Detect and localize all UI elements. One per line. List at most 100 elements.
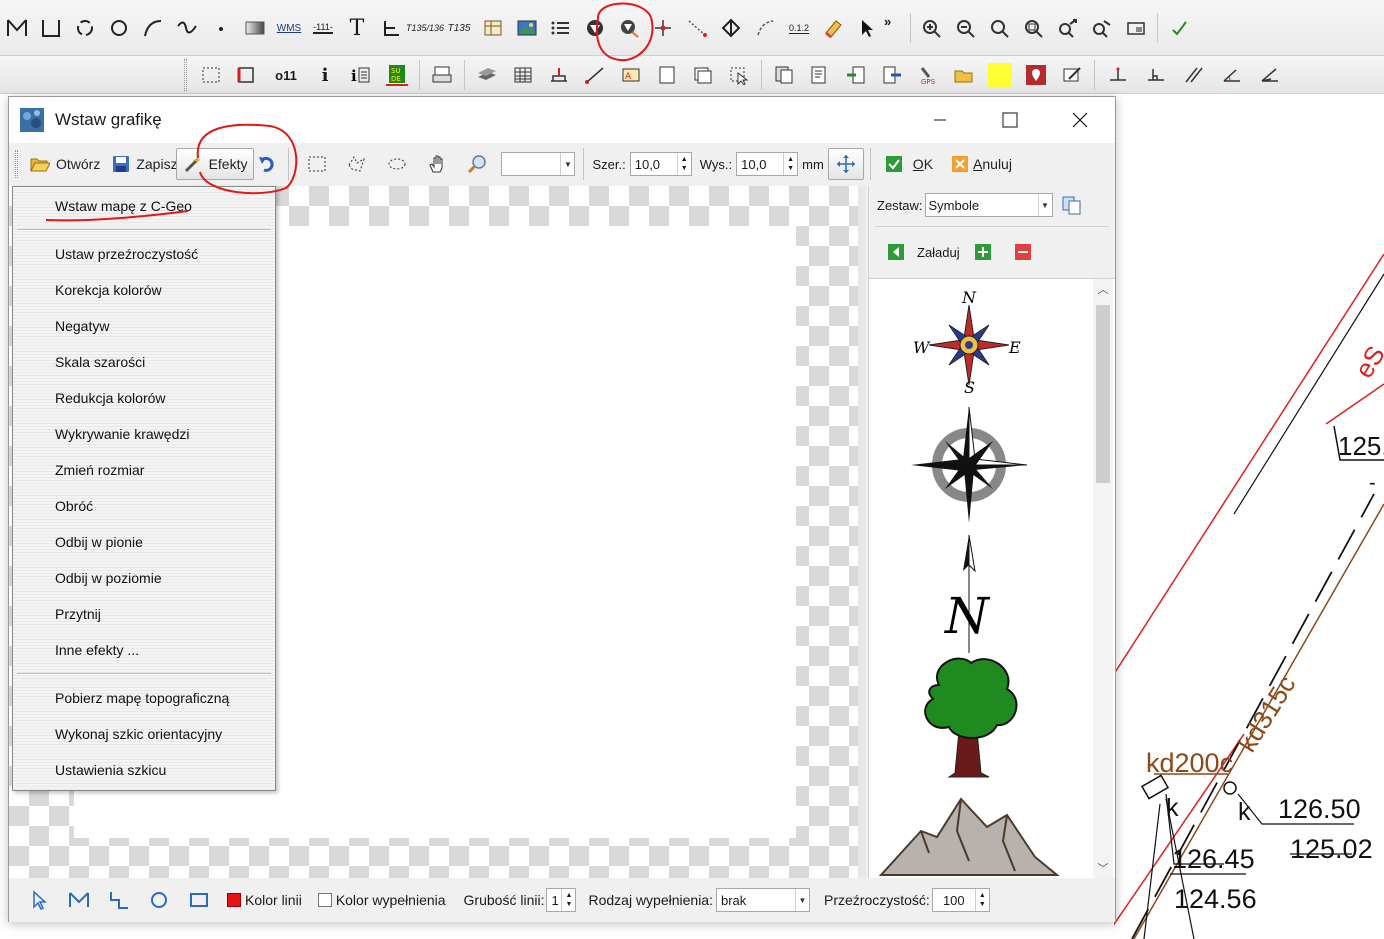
- symbol-compass-rose[interactable]: N S E W: [869, 287, 1069, 397]
- diagonal-line-icon[interactable]: [680, 11, 714, 45]
- zoom-next-icon[interactable]: [1085, 11, 1119, 45]
- curve-icon[interactable]: [170, 11, 204, 45]
- perpendicular-base-icon[interactable]: [1137, 58, 1175, 92]
- spin-arrows-icon[interactable]: ▲ ▼: [783, 153, 797, 175]
- benchmark-icon[interactable]: [541, 58, 577, 92]
- map-canvas[interactable]: eS 125. - kd315c kd200c k k 126.50 125.0…: [1114, 94, 1384, 939]
- circle-3point-icon[interactable]: [68, 11, 102, 45]
- width-spinbox[interactable]: 10,0 ▲ ▼: [629, 152, 692, 176]
- angle-icon[interactable]: [1213, 58, 1251, 92]
- scroll-up-icon[interactable]: ︿: [1093, 279, 1113, 299]
- arc-icon[interactable]: [136, 11, 170, 45]
- document-copy-icon[interactable]: [766, 58, 802, 92]
- spin-arrows-icon[interactable]: ▲ ▼: [676, 153, 691, 175]
- toolbar-grip[interactable]: [184, 59, 187, 91]
- text-baseline-icon[interactable]: [374, 11, 408, 45]
- symbol-list[interactable]: N S E W N ︿ ﹀: [869, 278, 1115, 878]
- menu-item-rotate[interactable]: Obróć: [13, 493, 275, 519]
- import-icon[interactable]: [874, 58, 910, 92]
- pages-icon[interactable]: [685, 58, 721, 92]
- undo-button[interactable]: [254, 148, 280, 180]
- canvas-scrollbar[interactable]: [858, 186, 866, 878]
- line-color-label[interactable]: Kolor linii: [245, 892, 302, 908]
- rect-select-button[interactable]: [297, 148, 337, 180]
- symbol-tree[interactable]: [869, 655, 1069, 779]
- table-icon[interactable]: [505, 58, 541, 92]
- table-insert-icon[interactable]: [476, 11, 510, 45]
- menu-item-flip-vertical[interactable]: Odbij w pionie: [13, 529, 275, 555]
- circle-icon[interactable]: [102, 11, 136, 45]
- chevron-down-icon[interactable]: ▼: [795, 889, 809, 911]
- fill-type-combo[interactable]: brak ▼: [716, 888, 810, 912]
- select-object-icon[interactable]: [229, 58, 265, 92]
- zoom-all-icon[interactable]: [983, 11, 1017, 45]
- menu-item-download-topo-map[interactable]: Pobierz mapę topograficzną: [13, 685, 275, 711]
- ok-button[interactable]: OK: [879, 148, 939, 180]
- snap-icon[interactable]: [1162, 11, 1196, 45]
- gps-icon[interactable]: GPS: [910, 58, 946, 92]
- point-icon[interactable]: [204, 11, 238, 45]
- save-button[interactable]: Zapisz: [106, 148, 183, 180]
- add-icon[interactable]: [974, 243, 992, 261]
- select-pointer-icon[interactable]: [721, 58, 757, 92]
- fill-color-label[interactable]: Kolor wypełnienia: [336, 892, 446, 908]
- transparency-spinbox[interactable]: 100 ▲ ▼: [931, 888, 990, 912]
- zoom-previous-icon[interactable]: [1051, 11, 1085, 45]
- pointer-icon[interactable]: [850, 11, 884, 45]
- info-list-icon[interactable]: i: [343, 58, 379, 92]
- line-color-swatch[interactable]: [227, 893, 241, 907]
- zoom-out-icon[interactable]: [949, 11, 983, 45]
- menu-item-make-sketch[interactable]: Wykonaj szkic orientacyjny: [13, 721, 275, 747]
- select-area-icon[interactable]: [193, 58, 229, 92]
- spin-arrows-icon[interactable]: ▲ ▼: [974, 889, 989, 911]
- scroll-thumb[interactable]: [1096, 305, 1110, 483]
- menu-item-other-effects[interactable]: Inne efekty ...: [13, 637, 275, 663]
- folder-icon[interactable]: [946, 58, 982, 92]
- polyline-u-icon[interactable]: [34, 11, 68, 45]
- su-de-icon[interactable]: SU DE: [379, 58, 415, 92]
- print-icon[interactable]: [424, 58, 460, 92]
- fill-color-swatch[interactable]: [317, 893, 332, 907]
- page-icon[interactable]: [649, 58, 685, 92]
- measure-line-icon[interactable]: [577, 58, 613, 92]
- dimension-icon[interactable]: -111-: [306, 11, 340, 45]
- menu-item-crop[interactable]: Przytnij: [13, 601, 275, 627]
- arrow-left-green-icon[interactable]: [887, 243, 905, 261]
- polyline-open-icon[interactable]: [0, 11, 34, 45]
- ellipse-select-button[interactable]: [377, 148, 417, 180]
- select-arrow-icon[interactable]: [19, 885, 59, 915]
- load-label[interactable]: Załaduj: [917, 245, 960, 260]
- menu-item-resize[interactable]: Zmień rozmiar: [13, 457, 275, 483]
- raster-icon[interactable]: [238, 11, 272, 45]
- scroll-down-icon[interactable]: ﹀: [1093, 858, 1113, 878]
- arc-dashed-icon[interactable]: [748, 11, 782, 45]
- draw-circle-icon[interactable]: [139, 885, 179, 915]
- menu-item-negative[interactable]: Negatyw: [13, 313, 275, 339]
- edit-document-icon[interactable]: [1054, 58, 1090, 92]
- menu-item-insert-map[interactable]: Wstaw mapę z C-Geo: [13, 193, 275, 219]
- minimize-button[interactable]: [905, 97, 975, 143]
- highlight-color-icon[interactable]: [982, 58, 1018, 92]
- remove-icon[interactable]: [1014, 243, 1032, 261]
- map-marker-icon[interactable]: [1018, 58, 1054, 92]
- label-11-icon[interactable]: o11: [265, 58, 307, 92]
- parallel-icon[interactable]: [1175, 58, 1213, 92]
- maximize-button[interactable]: [975, 97, 1045, 143]
- draw-rectangle-icon[interactable]: [179, 885, 219, 915]
- zoom-button[interactable]: [457, 148, 497, 180]
- menu-item-set-transparency[interactable]: Ustaw przeźroczystość: [13, 241, 275, 267]
- text-frame-icon[interactable]: A: [613, 58, 649, 92]
- symbol-mountains[interactable]: [869, 791, 1069, 879]
- pan-button[interactable]: [417, 148, 457, 180]
- export-icon[interactable]: [838, 58, 874, 92]
- menu-item-grayscale[interactable]: Skala szarości: [13, 349, 275, 375]
- toolbar-overflow-icon[interactable]: »: [884, 14, 906, 29]
- lasso-select-button[interactable]: [337, 148, 377, 180]
- toolbar-grip[interactable]: [15, 150, 18, 178]
- dialog-titlebar[interactable]: Wstaw grafikę: [9, 97, 1115, 143]
- open-button[interactable]: Otwórz: [24, 148, 106, 180]
- spin-arrows-icon[interactable]: ▲ ▼: [561, 889, 575, 911]
- list-icon[interactable]: [544, 11, 578, 45]
- wms-icon[interactable]: WMS: [272, 11, 306, 45]
- menu-item-sketch-settings[interactable]: Ustawienia szkicu: [13, 757, 275, 783]
